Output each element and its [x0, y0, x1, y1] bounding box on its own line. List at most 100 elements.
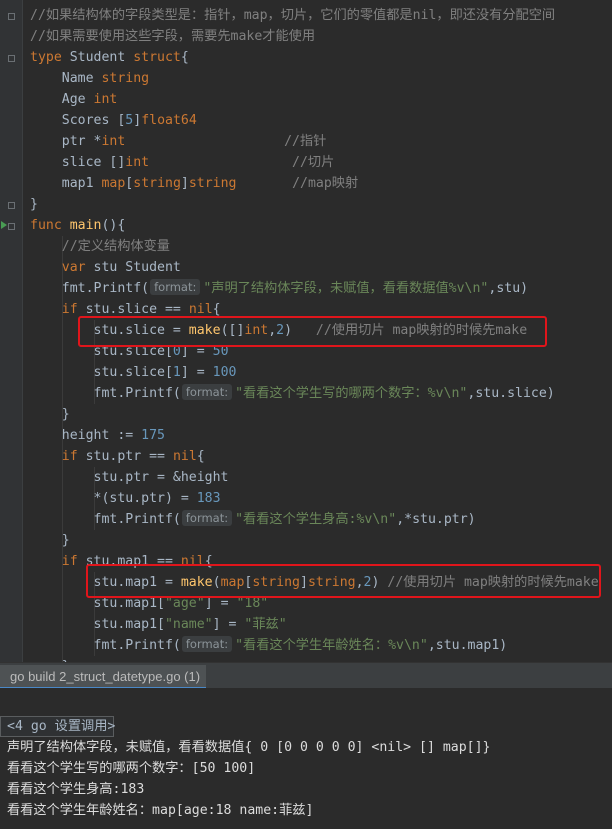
code-line[interactable]: } [30, 194, 38, 215]
code-token: Scores [ [30, 113, 126, 128]
code-token: float64 [141, 113, 197, 128]
code-token: } [30, 533, 70, 548]
code-token: int [125, 155, 150, 170]
code-token: fmt. [30, 281, 94, 296]
code-line[interactable]: fmt.Printf(format: "看看这个学生身高:%v\n",*stu.p… [30, 509, 476, 530]
code-token: (){ [101, 218, 126, 233]
code-line[interactable]: fmt.Printf(format: "声明了结构体字段，未赋值，看看数据值%v\… [30, 278, 528, 299]
code-token: stu.map1[ [30, 617, 165, 632]
code-token: stu.map1[ [30, 596, 165, 611]
code-token: fmt.Printf( [30, 386, 181, 401]
code-line[interactable]: //如果需要使用这些字段，需要先make才能使用 [30, 26, 315, 47]
run-tool-window-header: go build 2_struct_datetype.go (1) [0, 662, 612, 689]
code-token: stu.ptr == [85, 449, 173, 464]
code-line[interactable]: stu.slice[1] = 100 [30, 362, 237, 383]
code-line[interactable]: fmt.Printf(format: "看看这个学生写的哪两个数字：%v\n",s… [30, 383, 555, 404]
code-token: ] = [180, 365, 213, 380]
code-token: ] [180, 176, 189, 191]
code-line[interactable]: func main(){ [30, 215, 125, 236]
code-token: //切片 [292, 155, 335, 170]
output-line: 看看这个学生年龄姓名：map[age:18 name:菲兹] [7, 803, 314, 818]
code-token: "age" [164, 596, 205, 611]
code-token: stu.ptr = &height [30, 470, 229, 485]
code-token: string [133, 176, 181, 191]
code-token: nil [172, 449, 197, 464]
fold-icon[interactable] [8, 55, 15, 62]
code-token: //指针 [284, 134, 327, 149]
code-token: struct [133, 50, 181, 65]
highlight-box-map [86, 564, 601, 598]
code-token: ,*stu.ptr) [396, 512, 476, 527]
code-token: ,stu.map1) [427, 638, 508, 653]
code-token: int [93, 92, 118, 107]
code-token: } [30, 407, 70, 422]
fold-icon[interactable] [8, 223, 15, 230]
code-line[interactable]: *(stu.ptr) = 183 [30, 488, 221, 509]
code-line[interactable]: map1 map[string]string //map映射 [30, 173, 358, 194]
code-line[interactable]: Age int [30, 89, 118, 110]
code-token: Name [30, 71, 102, 86]
code-line[interactable]: } [30, 530, 70, 551]
code-token: if [61, 302, 86, 317]
code-line[interactable]: stu.map1["name"] = "菲兹" [30, 614, 287, 635]
code-token: main [69, 218, 102, 233]
code-token: func [30, 218, 70, 233]
code-token: map1 [30, 176, 102, 191]
code-line[interactable]: stu.ptr = &height [30, 467, 229, 488]
fold-icon[interactable] [8, 202, 15, 209]
code-token: height := [30, 428, 142, 443]
run-tab[interactable]: go build 2_struct_datetype.go (1) [0, 665, 207, 689]
code-line[interactable]: //如果结构体的字段类型是：指针，map，切片，它们的零值都是nil，即还没有分… [30, 5, 555, 26]
code-line[interactable]: type Student struct{ [30, 47, 189, 68]
code-token: { [180, 50, 189, 65]
code-line[interactable]: fmt.Printf(format: "看看这个学生年龄姓名：%v\n",stu.… [30, 635, 507, 656]
code-token: string [188, 176, 237, 191]
code-token: //如果需要使用这些字段，需要先make才能使用 [30, 29, 316, 44]
code-token: { [196, 449, 205, 464]
code-line[interactable]: slice []int //切片 [30, 152, 335, 173]
code-token: *(stu.ptr) = [30, 491, 197, 506]
code-line[interactable]: ptr *int //指针 [30, 131, 327, 152]
code-token: stu.slice == [85, 302, 189, 317]
code-token: Age [30, 92, 94, 107]
code-token: ] = [204, 596, 237, 611]
code-line[interactable]: //定义结构体变量 [30, 236, 170, 257]
code-token: if [61, 554, 86, 569]
code-editor[interactable]: //如果结构体的字段类型是：指针，map，切片，它们的零值都是nil，即还没有分… [0, 0, 612, 662]
output-line: 看看这个学生身高:183 [7, 782, 145, 797]
parameter-hint: format: [181, 384, 233, 400]
code-line[interactable]: } [30, 404, 70, 425]
code-token: slice [] [30, 155, 126, 170]
code-token: //定义结构体变量 [61, 239, 170, 254]
run-tab-label: go build 2_struct_datetype.go (1) [10, 669, 201, 684]
code-token: map [101, 176, 126, 191]
output-line: <4 go 设置调用> [7, 719, 116, 734]
code-line[interactable]: Scores [5]float64 [30, 110, 197, 131]
code-line[interactable]: var stu Student [30, 257, 181, 278]
code-token: ,stu) [488, 281, 529, 296]
code-token: "看看这个学生年龄姓名：%v\n" [235, 638, 428, 653]
code-token: int [101, 134, 126, 149]
editor-gutter [0, 0, 23, 662]
code-token: if [61, 449, 86, 464]
code-token: nil [188, 302, 213, 317]
parameter-hint: format: [181, 636, 233, 652]
fold-icon[interactable] [8, 13, 15, 20]
code-token: "看看这个学生身高:%v\n" [235, 512, 397, 527]
code-token: 183 [196, 491, 221, 506]
output-line: 看看这个学生写的哪两个数字：[50 100] [7, 761, 256, 776]
code-line[interactable]: if stu.ptr == nil{ [30, 446, 205, 467]
code-line[interactable]: Name string [30, 68, 149, 89]
run-gutter-icon[interactable] [1, 221, 7, 229]
code-token: //如果结构体的字段类型是：指针，map，切片，它们的零值都是nil，即还没有分… [30, 8, 556, 23]
code-line[interactable]: height := 175 [30, 425, 165, 446]
run-output-panel[interactable]: <4 go 设置调用> 声明了结构体字段，未赋值，看看数据值{ 0 [0 0 0… [0, 688, 612, 829]
code-token: ] [133, 113, 142, 128]
code-token: "看看这个学生写的哪两个数字：%v\n" [235, 386, 468, 401]
code-token: string [101, 71, 150, 86]
